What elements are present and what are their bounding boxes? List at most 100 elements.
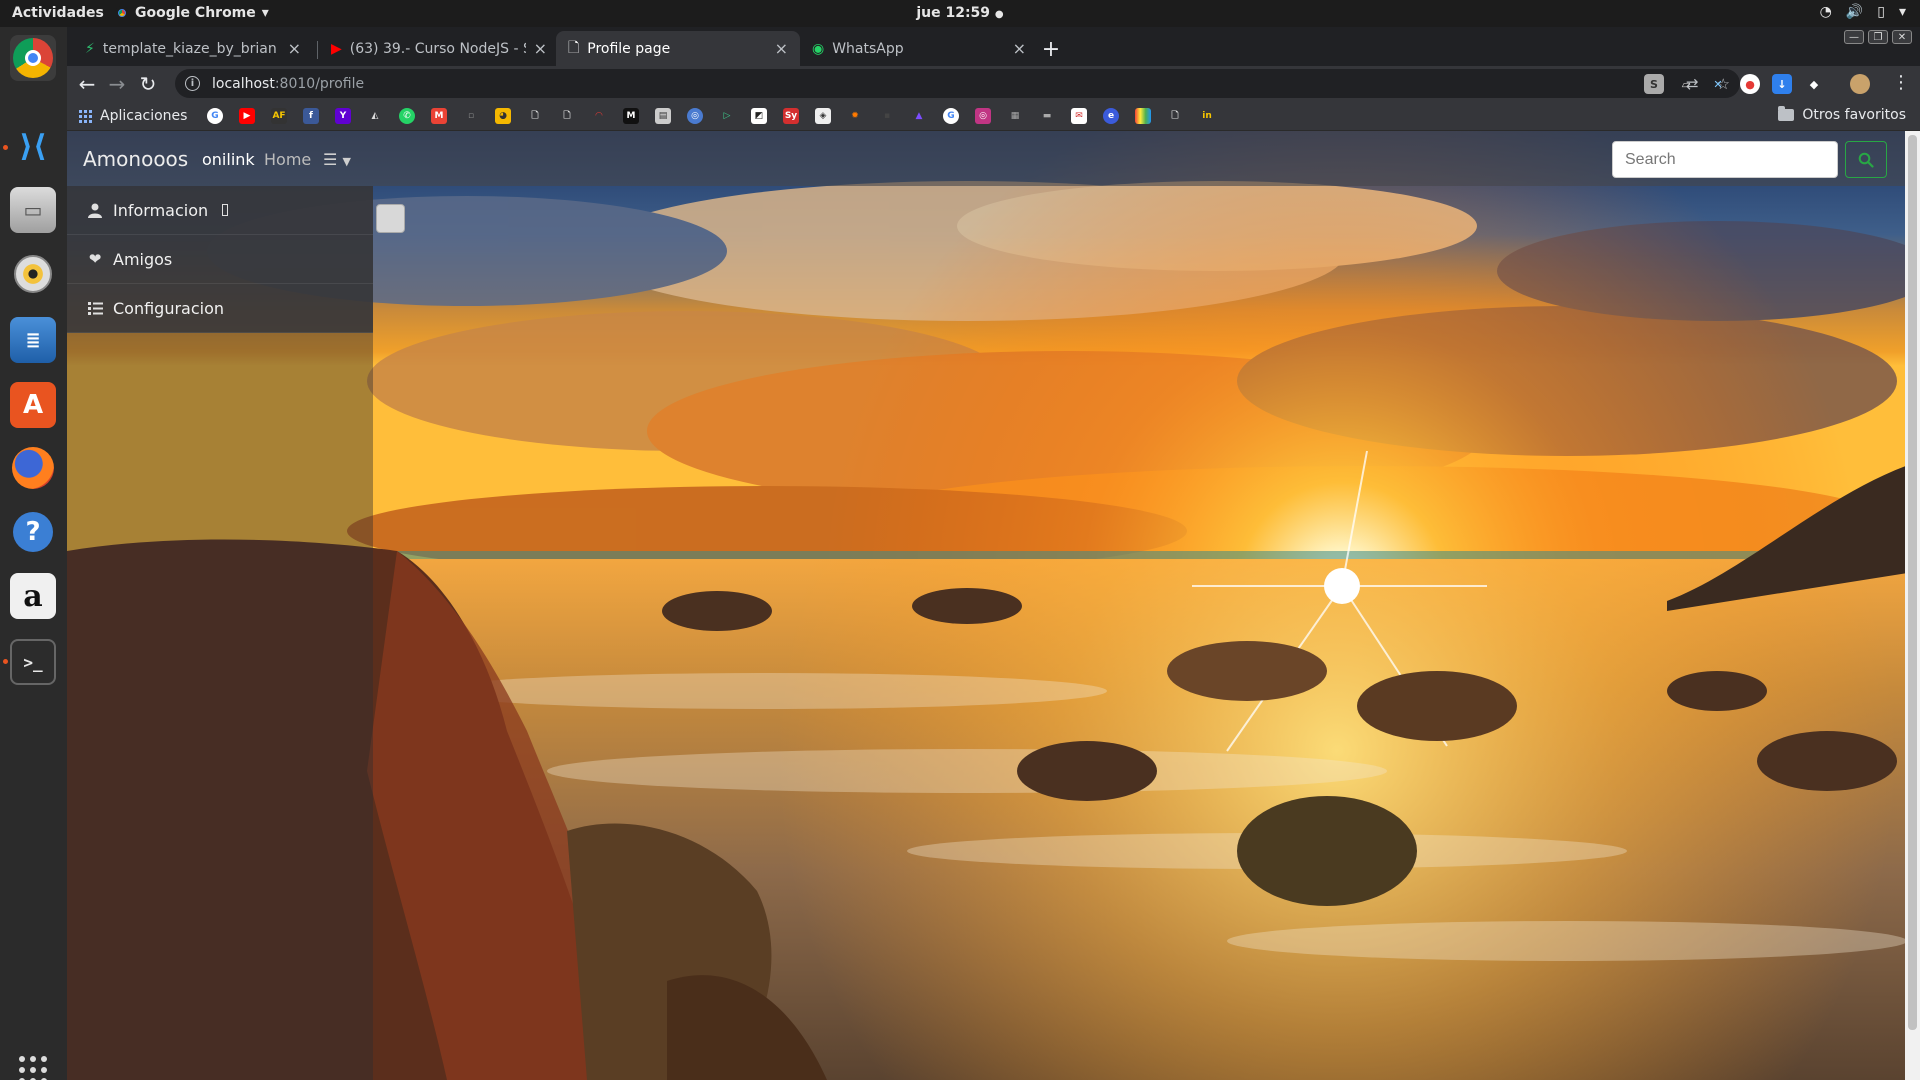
close-icon[interactable]: ×	[288, 39, 301, 58]
clock[interactable]: jue 12:59	[916, 5, 990, 21]
whatsapp-bookmark-icon[interactable]: ✆	[399, 108, 415, 124]
bookmark-icon[interactable]: ▬	[1039, 108, 1055, 124]
chevron-down-icon: ▾	[261, 5, 269, 21]
google-bookmark-icon[interactable]: G	[943, 108, 959, 124]
bookmark-icon[interactable]: ✹	[847, 108, 863, 124]
url-text[interactable]: localhost:8010/profile	[212, 76, 364, 92]
new-tab-button[interactable]: +	[1037, 35, 1065, 63]
nav-dropdown-toggle[interactable]: ☰ ▼	[323, 150, 351, 169]
af-bookmark-icon[interactable]: AF	[271, 108, 287, 124]
bookmark-icon[interactable]	[1135, 108, 1151, 124]
search-button[interactable]	[1845, 141, 1887, 178]
back-button[interactable]: ←	[73, 70, 101, 98]
user-icon	[87, 202, 103, 218]
sidebar-item-configuracion[interactable]: Configuracion	[67, 284, 373, 333]
dock-files[interactable]: ▭	[10, 187, 56, 233]
sidebar-toggle-button[interactable]	[376, 204, 405, 233]
window-controls: — ❐ ✕	[1844, 30, 1912, 44]
download-extension-icon[interactable]: ↓	[1772, 74, 1792, 94]
sidebar-item-informacion[interactable]: Informacion	[67, 186, 373, 235]
cast-extension-icon[interactable]: ⏥	[1676, 74, 1696, 94]
other-bookmarks[interactable]: Otros favoritos	[1778, 106, 1906, 123]
tab-whatsapp[interactable]: ◉ WhatsApp ×	[800, 31, 1038, 66]
bookmark-icon[interactable]: ◠	[591, 108, 607, 124]
dock-firefox[interactable]	[10, 445, 56, 491]
youtube-icon: ▶	[331, 40, 342, 57]
s-extension-icon[interactable]: S	[1644, 74, 1664, 94]
bookmark-icon[interactable]: ▦	[1007, 108, 1023, 124]
bookmark-icon[interactable]: ◈	[815, 108, 831, 124]
dock-help[interactable]: ?	[10, 509, 56, 555]
minimize-button[interactable]: —	[1844, 30, 1864, 44]
in-bookmark-icon[interactable]: in	[1199, 108, 1215, 124]
bookmark-icon[interactable]: ◕	[495, 108, 511, 124]
close-icon[interactable]: ×	[534, 39, 547, 58]
bookmark-icon[interactable]: ◭	[367, 108, 383, 124]
dock-amazon[interactable]: a	[10, 573, 56, 619]
dock-software-store[interactable]: A	[10, 382, 56, 428]
restore-button[interactable]: ❐	[1868, 30, 1888, 44]
software-store-icon: A	[22, 390, 44, 420]
info-icon[interactable]: i	[185, 76, 200, 91]
menu-kebab-icon[interactable]: ⋮	[1892, 72, 1910, 93]
apps-bookmark[interactable]: Aplicaciones	[79, 108, 187, 124]
instagram-bookmark-icon[interactable]: ◎	[975, 108, 991, 124]
page-bookmark-icon[interactable]: 🗋	[527, 108, 543, 124]
close-icon[interactable]: ×	[1013, 39, 1026, 58]
page-scrollbar[interactable]	[1905, 131, 1920, 1080]
search-icon	[1858, 152, 1874, 168]
site-brand[interactable]: Amonooos	[83, 147, 188, 171]
bookmark-icon[interactable]: ▫	[463, 108, 479, 124]
chevron-down-icon: ▾	[1898, 4, 1906, 20]
sy-bookmark-icon[interactable]: Sy	[783, 108, 799, 124]
shield-extension-icon[interactable]: ◆	[1804, 74, 1824, 94]
google-bookmark-icon[interactable]: G	[207, 108, 223, 124]
search-input[interactable]	[1612, 141, 1838, 178]
bookmark-icon[interactable]: ▷	[719, 108, 735, 124]
heart-icon: ❤	[88, 250, 102, 268]
whatsapp-icon: ◉	[812, 40, 825, 57]
youtube-bookmark-icon[interactable]: ▶	[239, 108, 255, 124]
system-tray[interactable]: ◔ 🔊 ▯ ▾	[1820, 4, 1906, 20]
show-applications-button[interactable]	[10, 1047, 56, 1080]
tools-extension-icon[interactable]: ✕	[1708, 74, 1728, 94]
bookmark-icon[interactable]: ▤	[655, 108, 671, 124]
nav-link-onilink[interactable]: onilink	[202, 150, 255, 169]
avatar[interactable]	[1850, 74, 1870, 94]
record-extension-icon[interactable]: ●	[1740, 74, 1760, 94]
dock-writer[interactable]: ≣	[10, 317, 56, 363]
site-navbar: Amonooos onilink Home ☰ ▼	[67, 131, 1905, 186]
bookmark-icon[interactable]: e	[1103, 108, 1119, 124]
tab-curso-nodejs[interactable]: ▶ (63) 39.- Curso NodeJS - S ×	[319, 31, 559, 66]
page-bookmark-icon[interactable]: 🗋	[1167, 108, 1183, 124]
bookmark-icon[interactable]: ◎	[687, 108, 703, 124]
bookmark-icon[interactable]: ▪	[879, 108, 895, 124]
address-bar[interactable]: i localhost:8010/profile ⇄ ☆	[175, 69, 1740, 98]
app-menu[interactable]: Google Chrome ▾	[115, 5, 269, 21]
bookmark-icon[interactable]: ▲	[911, 108, 927, 124]
tab-separator	[317, 41, 318, 59]
bookmark-icon[interactable]: ✉	[1071, 108, 1087, 124]
m-bookmark-icon[interactable]: M	[623, 108, 639, 124]
dock-vscode[interactable]: ⟩⟨	[10, 123, 56, 169]
yahoo-bookmark-icon[interactable]: Y	[335, 108, 351, 124]
activities-button[interactable]: Actividades	[12, 5, 104, 21]
page-bookmark-icon[interactable]: 🗋	[559, 108, 575, 124]
reload-button[interactable]: ↻	[134, 70, 162, 98]
facebook-bookmark-icon[interactable]: f	[303, 108, 319, 124]
tab-template-kiaze[interactable]: ⚡ template_kiaze_by_brian ×	[73, 31, 313, 66]
close-icon[interactable]: ×	[775, 39, 788, 58]
tab-profile-page[interactable]: 🗋 Profile page ×	[556, 31, 800, 66]
tab-strip: ⚡ template_kiaze_by_brian × ▶ (63) 39.- …	[67, 27, 1920, 66]
gmail-bookmark-icon[interactable]: M	[431, 108, 447, 124]
dock-terminal[interactable]: >_	[10, 639, 56, 685]
bookmark-icon[interactable]: ◩	[751, 108, 767, 124]
dock-chrome[interactable]	[10, 35, 56, 81]
dock-rhythmbox[interactable]	[10, 251, 56, 297]
close-window-button[interactable]: ✕	[1892, 30, 1912, 44]
show-apps-icon	[19, 1056, 47, 1080]
scrollbar-thumb[interactable]	[1908, 135, 1917, 1030]
forward-button[interactable]: →	[103, 70, 131, 98]
nav-link-home[interactable]: Home	[264, 150, 311, 169]
sidebar-item-amigos[interactable]: ❤ Amigos	[67, 235, 373, 284]
